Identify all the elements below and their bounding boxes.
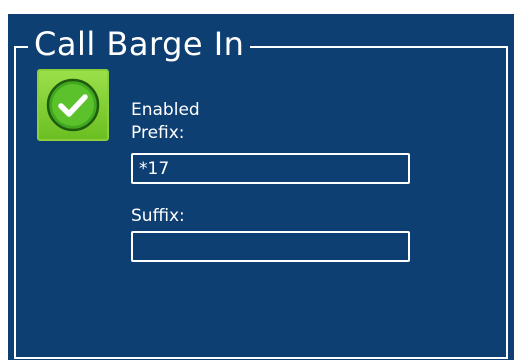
prefix-input[interactable]: [131, 153, 410, 184]
checkmark-icon: [46, 78, 100, 132]
suffix-label: Suffix:: [131, 206, 185, 226]
section-frame-bottom: [14, 357, 508, 359]
enabled-label: Enabled: [131, 100, 200, 120]
suffix-input[interactable]: [131, 231, 410, 262]
call-barge-in-panel: Call Barge In Enabled Prefix: Suffix:: [8, 14, 514, 360]
enabled-toggle-button[interactable]: [37, 69, 109, 141]
section-title: Call Barge In: [28, 22, 251, 66]
prefix-label: Prefix:: [131, 123, 185, 143]
